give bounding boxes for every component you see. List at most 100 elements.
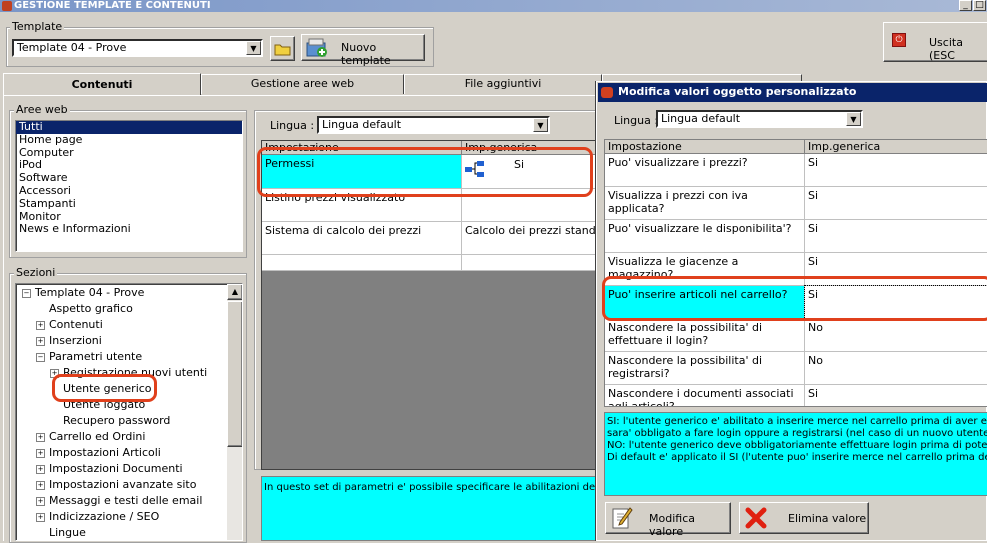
aree-web-item[interactable]: News e Informazioni	[16, 223, 242, 236]
aree-web-list[interactable]: Tutti Home page Computer iPod Software Access…	[15, 120, 243, 252]
aree-web-item[interactable]: Home page	[16, 133, 242, 147]
new-template-button[interactable]: Nuovo template	[301, 34, 425, 67]
expand-icon[interactable]: +	[36, 465, 45, 474]
dialog-row-value[interactable]: No	[805, 319, 987, 352]
expand-icon[interactable]: +	[36, 433, 45, 442]
dialog-lingua-label: Lingua :	[614, 114, 659, 127]
dialog-grid-header-impostazione: Impostazione	[605, 140, 805, 154]
tab-gestione-aree-web[interactable]: Gestione aree web	[201, 74, 404, 94]
sezioni-legend: Sezioni	[14, 266, 58, 279]
expand-icon[interactable]: +	[36, 321, 45, 330]
app-icon	[2, 1, 12, 11]
sezioni-tree[interactable]: − Template 04 - Prove Aspetto grafico + Cont…	[15, 283, 243, 541]
template-select-value: Template 04 - Prove	[17, 41, 127, 54]
aree-web-item[interactable]: Computer	[16, 146, 242, 160]
template-group-legend: Template	[10, 20, 65, 33]
help-line: SI: l'utente generico e' abilitato a ins…	[607, 416, 987, 427]
aree-web-item[interactable]: Tutti	[16, 120, 242, 134]
main-row-calcolo-name[interactable]: Sistema di calcolo dei prezzi	[262, 222, 462, 255]
annotation-carrello	[602, 276, 987, 321]
edit-icon	[612, 507, 633, 529]
tree-item[interactable]: Indicizzazione / SEO	[49, 510, 159, 524]
dialog-row-value[interactable]: Si	[805, 385, 987, 406]
tab-contenuti[interactable]: Contenuti	[3, 73, 201, 96]
modifica-valore-button[interactable]: Modifica valore	[605, 502, 731, 538]
tree-item[interactable]: Recupero password	[63, 414, 170, 428]
dialog-row-value[interactable]: No	[805, 352, 987, 385]
dialog-grid: Impostazione Imp.generica Puo' visualizz…	[604, 139, 987, 407]
minimize-button[interactable]: _	[959, 0, 972, 11]
dialog-row-value[interactable]: Si	[805, 154, 987, 187]
dialog-row-value[interactable]: Si	[805, 187, 987, 220]
tab-contenuti-label: Contenuti	[71, 78, 133, 91]
maximize-button[interactable]: □	[973, 0, 986, 11]
dialog-lingua-select[interactable]: Lingua default ▼	[656, 110, 863, 128]
dialog-title: Modifica valori oggetto personalizzato	[618, 85, 857, 98]
tree-item[interactable]: Template 04 - Prove	[35, 286, 144, 300]
tree-scrollbar[interactable]: ▲	[227, 284, 242, 540]
dialog-row-name[interactable]: Puo' visualizzare le disponibilita'?	[605, 220, 805, 253]
expand-icon[interactable]: +	[36, 497, 45, 506]
delete-x-icon	[745, 507, 767, 529]
new-template-icon	[306, 38, 327, 57]
dialog-row-name[interactable]: Nascondere la possibilita' di registrars…	[605, 352, 805, 385]
scroll-thumb[interactable]	[227, 301, 242, 447]
main-description: In questo set di parametri e' possibile …	[261, 476, 601, 541]
expand-icon[interactable]: +	[36, 481, 45, 490]
dialog-app-icon	[601, 87, 613, 98]
tab-file-aggiuntivi[interactable]: File aggiuntivi	[404, 74, 602, 94]
main-lingua-label: Lingua :	[270, 119, 315, 132]
aree-web-item[interactable]: Accessori	[16, 184, 242, 198]
modifica-valore-label: Modifica valore	[649, 512, 695, 538]
tree-item[interactable]: Aspetto grafico	[49, 302, 133, 316]
chevron-down-icon[interactable]: ▼	[246, 41, 261, 55]
open-folder-button[interactable]	[270, 36, 295, 61]
dialog-grid-header-value: Imp.generica	[805, 140, 987, 154]
chevron-down-icon[interactable]: ▼	[846, 112, 861, 126]
aree-web-legend: Aree web	[14, 103, 70, 116]
window-title: GESTIONE TEMPLATE E CONTENUTI	[14, 0, 211, 11]
main-row-empty-name[interactable]	[262, 255, 462, 271]
tree-item[interactable]: Lingue	[49, 526, 86, 540]
dialog-row-value[interactable]: Si	[805, 220, 987, 253]
help-line: NO: l'utente generico deve obbligatoriam…	[607, 440, 987, 451]
dialog-row-name[interactable]: Nascondere i documenti associati agli ar…	[605, 385, 805, 406]
tree-item[interactable]: Impostazioni Articoli	[49, 446, 161, 460]
tab-gestione-aree-web-label: Gestione aree web	[250, 77, 355, 90]
help-line: sara' obbligato a fare login oppure a re…	[607, 428, 987, 439]
tree-item[interactable]: Impostazioni Documenti	[49, 462, 183, 476]
dialog-row-name[interactable]: Visualizza i prezzi con iva applicata?	[605, 187, 805, 220]
expand-icon[interactable]: +	[36, 513, 45, 522]
folder-icon	[274, 44, 291, 56]
dialog-row-name[interactable]: Puo' visualizzare i prezzi?	[605, 154, 805, 187]
tree-item[interactable]: Impostazioni avanzate sito	[49, 478, 196, 492]
collapse-icon[interactable]: −	[36, 353, 45, 362]
tree-item[interactable]: Contenuti	[49, 318, 103, 332]
tree-item[interactable]: Parametri utente	[49, 350, 142, 364]
tree-item[interactable]: Messaggi e testi delle email	[49, 494, 202, 508]
annotation-utente-generico	[52, 374, 157, 402]
tab-file-aggiuntivi-label: File aggiuntivi	[464, 77, 542, 90]
dialog-title-bar: Modifica valori oggetto personalizzato	[598, 83, 987, 102]
main-lingua-select[interactable]: Lingua default ▼	[317, 116, 550, 134]
chevron-down-icon[interactable]: ▼	[533, 118, 548, 132]
main-row-calcolo-value[interactable]: Calcolo dei prezzi standard	[462, 222, 602, 255]
elimina-valore-button[interactable]: Elimina valore	[739, 502, 869, 534]
modifica-dialog: Modifica valori oggetto personalizzato L…	[596, 81, 987, 541]
exit-button[interactable]: ⏻ Uscita (ESC	[883, 22, 987, 62]
expand-icon[interactable]: +	[36, 337, 45, 346]
expand-icon[interactable]: +	[36, 449, 45, 458]
template-select[interactable]: Template 04 - Prove ▼	[12, 39, 263, 57]
exit-label: Uscita (ESC	[929, 36, 963, 62]
tree-item[interactable]: Carrello ed Ordini	[49, 430, 145, 444]
scroll-up-button[interactable]: ▲	[227, 284, 242, 300]
dialog-row-name[interactable]: Nascondere la possibilita' di effettuare…	[605, 319, 805, 352]
aree-web-item[interactable]: Stampanti	[16, 197, 242, 211]
annotation-permessi	[257, 147, 593, 197]
power-icon: ⏻	[892, 33, 906, 47]
main-lingua-value: Lingua default	[322, 118, 402, 131]
collapse-icon[interactable]: −	[22, 289, 31, 298]
new-template-label: Nuovo template	[341, 41, 391, 67]
tree-item[interactable]: Inserzioni	[49, 334, 102, 348]
main-row-empty-value[interactable]	[462, 255, 602, 271]
